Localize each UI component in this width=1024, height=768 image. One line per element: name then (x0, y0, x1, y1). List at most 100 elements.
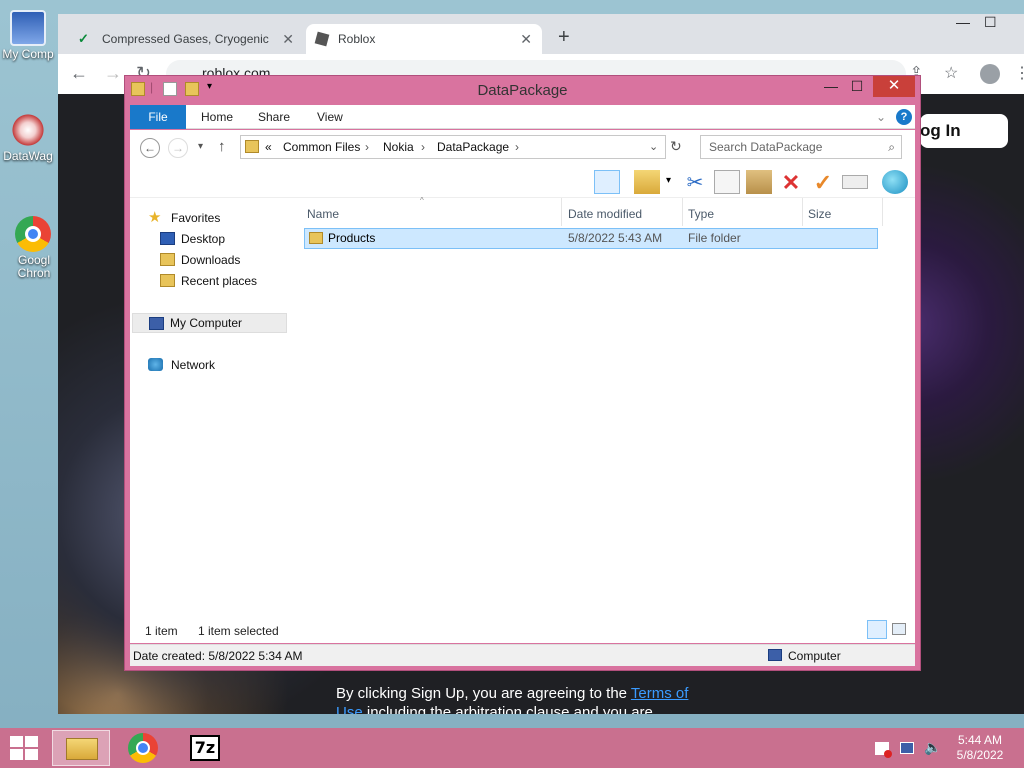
tab-roblox[interactable]: Roblox ✕ (306, 24, 542, 54)
taskbar-7zip[interactable]: 7z (176, 730, 234, 766)
checkmark-icon[interactable]: ✓ (810, 170, 836, 195)
large-icons-view-icon[interactable] (892, 623, 906, 635)
breadcrumb[interactable]: « Common Files › Nokia › DataPackage › ⌄ (240, 135, 666, 159)
nav-label: Favorites (171, 211, 221, 225)
column-header-size[interactable]: Size (808, 203, 831, 225)
column-header-name[interactable]: Name (307, 203, 339, 225)
file-date: 5/8/2022 5:43 AM (568, 231, 663, 245)
tab-close-icon[interactable]: ✕ (282, 31, 294, 48)
nav-item-my-computer[interactable]: My Computer (132, 313, 287, 333)
taskbar-chrome[interactable] (114, 730, 172, 766)
nav-item-recent-places[interactable]: Recent places (130, 271, 290, 291)
cut-icon[interactable]: ✂ (682, 170, 708, 194)
recent-dropdown-icon[interactable]: ▾ (198, 141, 203, 152)
terms-link-continued[interactable]: Use (336, 704, 363, 714)
chevron-right-icon[interactable]: › (421, 136, 425, 158)
tab-share[interactable]: Share (258, 105, 290, 129)
nav-item-downloads[interactable]: Downloads (130, 250, 290, 270)
rename-icon[interactable] (842, 175, 868, 189)
nav-label: My Computer (170, 316, 243, 330)
nav-label: Recent places (181, 274, 258, 288)
refresh-icon[interactable]: ↻ (670, 138, 682, 155)
column-header-type[interactable]: Type (688, 203, 714, 225)
start-tile (25, 736, 38, 747)
network-tray-icon[interactable] (900, 742, 914, 754)
sort-indicator-icon: ^ (420, 196, 424, 205)
desktop-icon-google-chrome[interactable]: Googl Chron (0, 216, 66, 280)
globe-icon[interactable] (882, 170, 908, 194)
tab-close-icon[interactable]: ✕ (520, 31, 532, 48)
desktop-icon-my-computer[interactable]: My Comp (0, 10, 56, 61)
breadcrumb-common-files[interactable]: Common Files (283, 136, 360, 158)
back-arrow-icon[interactable]: ← (70, 63, 88, 84)
dropdown-icon[interactable]: ▾ (666, 175, 671, 186)
star-icon: ★ (148, 209, 162, 226)
menu-kebab-icon[interactable]: ⋮ (1014, 63, 1024, 83)
maximize-icon[interactable]: ☐ (984, 14, 997, 31)
desktop-icon (160, 232, 175, 245)
minimize-icon[interactable]: — (956, 14, 970, 30)
nav-item-favorites[interactable]: ★ Favorites (130, 208, 290, 228)
preview-pane-icon[interactable] (594, 170, 620, 194)
search-input[interactable]: Search DataPackage ⌕ (700, 135, 902, 159)
new-tab-button[interactable]: + (558, 26, 570, 49)
ribbon-expand-icon[interactable]: ⌄ (876, 105, 886, 129)
nav-label: Network (171, 358, 216, 372)
navigation-pane: ★ Favorites Desktop Downloads Recent pla… (130, 198, 296, 617)
start-tile (25, 749, 38, 760)
login-button[interactable]: og In (920, 114, 1008, 148)
bookmark-star-icon[interactable]: ☆ (944, 63, 958, 83)
taskbar-file-explorer[interactable] (52, 730, 110, 766)
table-row[interactable]: Products 5/8/2022 5:43 AM File folder (304, 228, 878, 249)
explorer-titlebar[interactable]: | ▾ DataPackage — ☐ ✕ (125, 76, 920, 104)
help-icon[interactable]: ? (896, 109, 912, 125)
clock[interactable]: 5:44 AM 5/8/2022 (950, 733, 1010, 763)
breadcrumb-nokia[interactable]: Nokia (383, 136, 414, 158)
column-divider[interactable] (882, 198, 883, 226)
recent-places-icon (160, 274, 175, 287)
column-divider[interactable] (802, 198, 803, 226)
column-divider[interactable] (561, 198, 562, 226)
paste-icon[interactable] (746, 170, 772, 194)
minimize-icon[interactable]: — (817, 78, 845, 98)
chevron-right-icon[interactable]: › (515, 136, 519, 158)
close-icon[interactable]: ✕ (873, 76, 915, 97)
tab-view[interactable]: View (317, 105, 343, 129)
back-icon[interactable]: ← (140, 138, 160, 158)
nav-label: Desktop (181, 232, 226, 246)
forward-arrow-icon[interactable]: → (104, 63, 122, 84)
copy-icon[interactable] (714, 170, 740, 194)
up-arrow-icon[interactable]: ↑ (218, 138, 226, 155)
login-label: og In (920, 121, 961, 140)
tab-compressed-gases[interactable]: ✓ Compressed Gases, Cryogenic Li ✕ (68, 24, 304, 54)
terms-link[interactable]: Terms of (631, 685, 689, 702)
date-created: Date created: 5/8/2022 5:34 AM (133, 649, 303, 663)
column-divider[interactable] (682, 198, 683, 226)
desktop-icon-datawag[interactable]: DataWag (0, 112, 56, 163)
chevron-right-icon[interactable]: › (365, 136, 369, 158)
tab-home[interactable]: Home (201, 105, 233, 129)
details-view-icon[interactable] (867, 620, 887, 639)
profile-avatar-icon[interactable] (980, 64, 1000, 84)
nav-item-desktop[interactable]: Desktop (130, 229, 290, 249)
breadcrumb-overflow[interactable]: « (265, 136, 272, 158)
desktop-icon-label: Googl Chron (17, 253, 51, 280)
column-header-date[interactable]: Date modified (568, 203, 642, 225)
start-button[interactable] (10, 736, 38, 760)
volume-muted-icon[interactable]: 🔈 (924, 739, 941, 756)
clock-time: 5:44 AM (957, 733, 1003, 747)
nav-item-network[interactable]: Network (130, 355, 290, 375)
maximize-icon[interactable]: ☐ (843, 78, 871, 98)
forward-icon[interactable]: → (168, 138, 188, 158)
tab-title: Roblox (338, 32, 376, 46)
folder-options-icon[interactable] (634, 170, 660, 194)
tab-file[interactable]: File (130, 105, 186, 129)
signup-disclaimer: By clicking Sign Up, you are agreeing to… (336, 684, 756, 714)
delete-icon[interactable]: ✕ (778, 170, 804, 195)
search-placeholder: Search DataPackage (709, 140, 823, 154)
action-center-flag-icon[interactable] (875, 742, 892, 758)
downloads-folder-icon (160, 253, 175, 266)
signup-text-line2: including the arbitration clause and you… (366, 704, 653, 714)
address-dropdown-icon[interactable]: ⌄ (649, 136, 658, 158)
breadcrumb-datapackage[interactable]: DataPackage (437, 136, 509, 158)
